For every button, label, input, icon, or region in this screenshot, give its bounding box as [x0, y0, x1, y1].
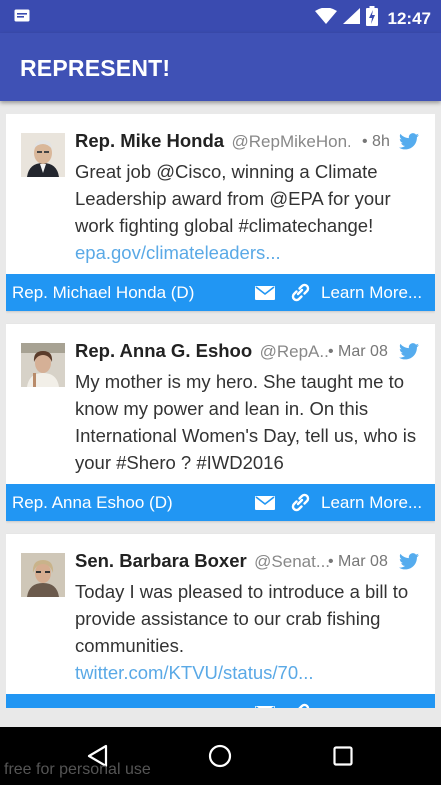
- representatives-feed[interactable]: Rep. Mike Honda @RepMikeHon... • 8h Grea…: [6, 114, 435, 708]
- twitter-bird-icon: [399, 343, 419, 365]
- tweet-header: Rep. Mike Honda @RepMikeHon...: [75, 130, 350, 154]
- website-link-icon[interactable]: [289, 491, 311, 518]
- tweet-body: Great job @Cisco, winning a Climate Lead…: [75, 158, 425, 266]
- card-footer: Rep. Michael Honda (D) Learn More...: [6, 274, 435, 311]
- tweet-body: My mother is my hero. She taught me to k…: [75, 368, 425, 476]
- avatar: [21, 133, 65, 177]
- tweet-time: • Mar 08: [328, 343, 388, 360]
- representative-card: Sen. Barbara Boxer @Senat... • Mar 08 To…: [6, 534, 435, 708]
- tweet-header: Rep. Anna G. Eshoo @RepA...: [75, 340, 330, 364]
- representative-name: Sen. Barbara Boxer: [75, 550, 247, 571]
- website-link-icon[interactable]: [289, 701, 311, 708]
- card-footer: [6, 694, 435, 708]
- email-icon[interactable]: [255, 496, 275, 515]
- app-title: REPRESENT!: [20, 55, 171, 81]
- representative-name: Rep. Anna G. Eshoo: [75, 340, 253, 361]
- tweet-link[interactable]: twitter.com/KTVU/status/70...: [75, 662, 314, 683]
- card-footer: Rep. Anna Eshoo (D) Learn More...: [6, 484, 435, 521]
- notification-icon: [14, 9, 30, 27]
- battery-icon: [365, 6, 378, 31]
- signal-icon: [342, 8, 360, 29]
- twitter-handle: @RepMikeHon...: [231, 132, 350, 151]
- twitter-handle: @Senat...: [254, 552, 330, 571]
- app-bar: REPRESENT!: [0, 33, 441, 101]
- home-icon[interactable]: [208, 744, 232, 773]
- avatar: [21, 553, 65, 597]
- email-icon[interactable]: [255, 286, 275, 305]
- representative-card: Rep. Mike Honda @RepMikeHon... • 8h Grea…: [6, 114, 435, 311]
- tweet-time: • 8h: [362, 133, 390, 150]
- wifi-icon: [314, 7, 337, 29]
- email-icon[interactable]: [255, 706, 275, 708]
- status-bar: 12:47: [0, 0, 441, 33]
- clock: 12:47: [387, 8, 431, 28]
- learn-more-button[interactable]: Learn More...: [321, 283, 422, 303]
- tweet-header: Sen. Barbara Boxer @Senat...: [75, 550, 330, 574]
- tweet-text: My mother is my hero. She taught me to k…: [75, 371, 417, 473]
- twitter-handle: @RepA...: [259, 342, 330, 361]
- representative-name: Rep. Mike Honda: [75, 130, 225, 151]
- twitter-bird-icon: [399, 133, 419, 155]
- representative-party-label[interactable]: Rep. Anna Eshoo (D): [12, 493, 173, 513]
- recents-icon[interactable]: [333, 746, 353, 771]
- representative-party-label[interactable]: Rep. Michael Honda (D): [12, 283, 194, 303]
- tweet-time: • Mar 08: [328, 553, 388, 570]
- learn-more-button[interactable]: Learn More...: [321, 493, 422, 513]
- twitter-bird-icon: [399, 553, 419, 575]
- tweet-text: Great job @Cisco, winning a Climate Lead…: [75, 161, 391, 236]
- tweet-text: Today I was pleased to introduce a bill …: [75, 581, 409, 656]
- avatar: [21, 343, 65, 387]
- tweet-link[interactable]: epa.gov/climateleaders...: [75, 242, 281, 263]
- website-link-icon[interactable]: [289, 281, 311, 308]
- representative-card: Rep. Anna G. Eshoo @RepA... • Mar 08 My …: [6, 324, 435, 521]
- tweet-body: Today I was pleased to introduce a bill …: [75, 578, 425, 686]
- watermark: free for personal use: [4, 761, 151, 778]
